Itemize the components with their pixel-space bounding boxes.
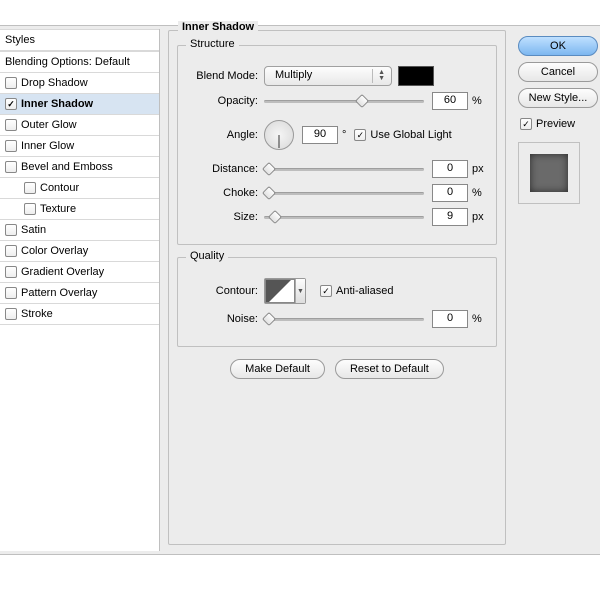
sidebar-item-outer-glow[interactable]: Outer Glow xyxy=(0,115,159,136)
layer-style-dialog: Styles Blending Options: Default Drop Sh… xyxy=(0,25,600,555)
preview-label: Preview xyxy=(536,118,575,130)
style-label: Contour xyxy=(40,182,154,194)
blend-mode-label: Blend Mode: xyxy=(188,70,264,82)
style-label: Texture xyxy=(40,203,154,215)
cancel-button[interactable]: Cancel xyxy=(518,62,598,82)
quality-group: Quality Contour: ▼ Anti-aliased Noise: xyxy=(177,257,497,347)
noise-slider[interactable] xyxy=(264,312,424,326)
style-checkbox[interactable] xyxy=(5,287,17,299)
make-default-button[interactable]: Make Default xyxy=(230,359,325,379)
style-checkbox[interactable] xyxy=(5,266,17,278)
style-checkbox[interactable] xyxy=(24,203,36,215)
noise-input[interactable]: 0 xyxy=(432,310,468,328)
styles-header-label: Styles xyxy=(5,34,154,46)
distance-input[interactable]: 0 xyxy=(432,160,468,178)
opacity-input[interactable]: 60 xyxy=(432,92,468,110)
size-slider[interactable] xyxy=(264,210,424,224)
sidebar-blending-options[interactable]: Blending Options: Default xyxy=(0,51,159,73)
antialias-checkbox[interactable] xyxy=(320,285,332,297)
sidebar-header-styles[interactable]: Styles xyxy=(0,29,159,51)
blending-options-label: Blending Options: Default xyxy=(5,56,154,68)
style-label: Color Overlay xyxy=(21,245,154,257)
distance-unit: px xyxy=(472,163,484,175)
style-checkbox[interactable] xyxy=(5,245,17,257)
angle-dial[interactable] xyxy=(264,120,294,150)
noise-label: Noise: xyxy=(188,313,264,325)
sidebar-item-inner-glow[interactable]: Inner Glow xyxy=(0,136,159,157)
blend-mode-select[interactable]: Multiply ▲▼ xyxy=(264,66,392,86)
style-checkbox[interactable] xyxy=(5,161,17,173)
preview-box xyxy=(518,142,580,204)
sidebar-item-gradient-overlay[interactable]: Gradient Overlay xyxy=(0,262,159,283)
style-label: Outer Glow xyxy=(21,119,154,131)
sidebar-item-stroke[interactable]: Stroke xyxy=(0,304,159,325)
choke-label: Choke: xyxy=(188,187,264,199)
style-label: Bevel and Emboss xyxy=(21,161,154,173)
style-label: Inner Shadow xyxy=(21,98,154,110)
preview-checkbox[interactable] xyxy=(520,118,532,130)
ok-button[interactable]: OK xyxy=(518,36,598,56)
new-style-button[interactable]: New Style... xyxy=(518,88,598,108)
sidebar-item-inner-shadow[interactable]: Inner Shadow xyxy=(0,94,159,115)
blend-mode-value: Multiply xyxy=(275,69,312,81)
opacity-slider[interactable] xyxy=(264,94,424,108)
choke-unit: % xyxy=(472,187,482,199)
sidebar-item-bevel-and-emboss[interactable]: Bevel and Emboss xyxy=(0,157,159,178)
angle-label: Angle: xyxy=(188,129,264,141)
distance-label: Distance: xyxy=(188,163,264,175)
style-checkbox[interactable] xyxy=(5,77,17,89)
preview-swatch xyxy=(530,154,568,192)
opacity-unit: % xyxy=(472,95,482,107)
sidebar-item-drop-shadow[interactable]: Drop Shadow xyxy=(0,73,159,94)
inner-shadow-panel: Inner Shadow Structure Blend Mode: Multi… xyxy=(160,26,514,554)
contour-label: Contour: xyxy=(188,285,264,297)
style-checkbox[interactable] xyxy=(5,98,17,110)
distance-slider[interactable] xyxy=(264,162,424,176)
use-global-light-checkbox[interactable] xyxy=(354,129,366,141)
contour-picker[interactable]: ▼ xyxy=(264,278,306,304)
sidebar-item-satin[interactable]: Satin xyxy=(0,220,159,241)
style-checkbox[interactable] xyxy=(5,140,17,152)
sidebar-item-texture[interactable]: Texture xyxy=(0,199,159,220)
dialog-buttons-column: OK Cancel New Style... Preview xyxy=(514,26,600,554)
style-checkbox[interactable] xyxy=(5,308,17,320)
shadow-color-swatch[interactable] xyxy=(398,66,434,86)
choke-slider[interactable] xyxy=(264,186,424,200)
style-label: Inner Glow xyxy=(21,140,154,152)
style-label: Satin xyxy=(21,224,154,236)
style-label: Pattern Overlay xyxy=(21,287,154,299)
size-label: Size: xyxy=(188,211,264,223)
choke-input[interactable]: 0 xyxy=(432,184,468,202)
sidebar-item-color-overlay[interactable]: Color Overlay xyxy=(0,241,159,262)
sidebar-item-pattern-overlay[interactable]: Pattern Overlay xyxy=(0,283,159,304)
size-unit: px xyxy=(472,211,484,223)
style-label: Stroke xyxy=(21,308,154,320)
antialias-label: Anti-aliased xyxy=(336,285,393,297)
angle-input[interactable]: 90 xyxy=(302,126,338,144)
style-checkbox[interactable] xyxy=(5,224,17,236)
style-label: Drop Shadow xyxy=(21,77,154,89)
panel-title: Inner Shadow xyxy=(178,21,258,33)
noise-unit: % xyxy=(472,313,482,325)
size-input[interactable]: 9 xyxy=(432,208,468,226)
angle-unit: ° xyxy=(342,129,346,141)
styles-sidebar: Styles Blending Options: Default Drop Sh… xyxy=(0,29,160,551)
use-global-light-label: Use Global Light xyxy=(370,129,451,141)
structure-title: Structure xyxy=(186,38,239,50)
reset-default-button[interactable]: Reset to Default xyxy=(335,359,444,379)
structure-group: Structure Blend Mode: Multiply ▲▼ Opacit… xyxy=(177,45,497,245)
quality-title: Quality xyxy=(186,250,228,262)
style-label: Gradient Overlay xyxy=(21,266,154,278)
opacity-label: Opacity: xyxy=(188,95,264,107)
style-checkbox[interactable] xyxy=(5,119,17,131)
sidebar-item-contour[interactable]: Contour xyxy=(0,178,159,199)
style-checkbox[interactable] xyxy=(24,182,36,194)
